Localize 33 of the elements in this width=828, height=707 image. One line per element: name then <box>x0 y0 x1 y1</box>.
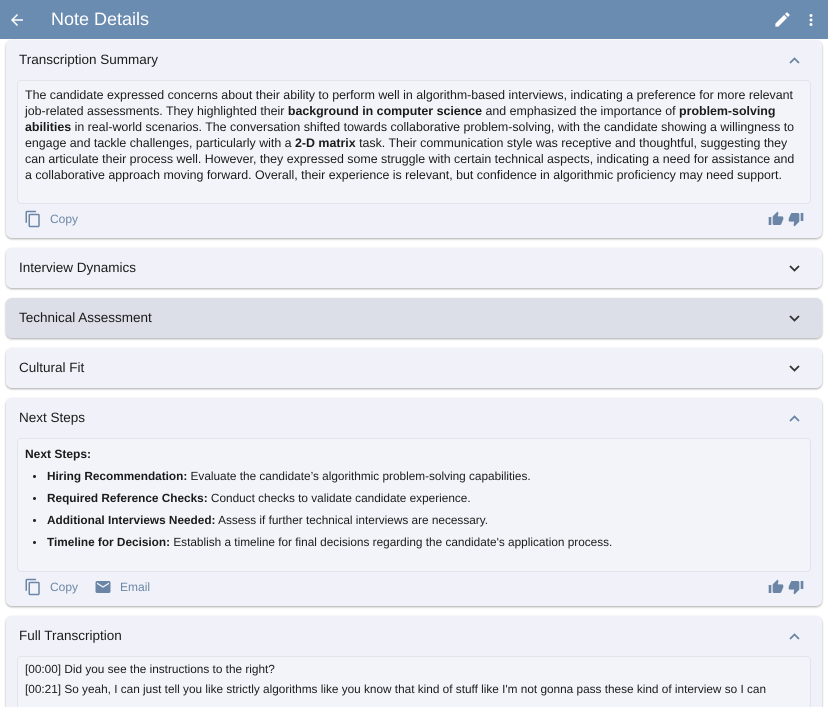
bullet-icon <box>33 541 36 544</box>
list-heading: Next Steps: <box>25 446 92 463</box>
list-item-text: Required Reference Checks: Conduct checks to validate candidate experience. <box>47 490 471 507</box>
chevron-down-icon <box>789 264 800 272</box>
bullet-icon <box>33 475 36 478</box>
chevron-down-icon <box>789 314 800 322</box>
page-title: Note Details <box>51 8 150 31</box>
thumbs-down-icon[interactable] <box>788 579 804 595</box>
section-header[interactable]: Technical Assessment <box>6 298 822 338</box>
transcript-line: [00:00] Did you see the instructions to the right? <box>25 661 276 678</box>
mail-icon <box>94 578 112 596</box>
section-header[interactable]: Full Transcription <box>6 616 822 656</box>
list-item-text: Hiring Recommendation: Evaluate the candidate’s algorithmic problem-solving capabilities. <box>47 468 531 485</box>
edit-icon[interactable] <box>773 10 792 29</box>
thumbs-up-icon[interactable] <box>768 211 784 227</box>
chevron-down-icon <box>789 364 800 372</box>
list-item-text: Timeline for Decision: Establish a timeline for final decisions regarding the candidate's application process. <box>47 534 612 551</box>
list-item-text: Additional Interviews Needed: Assess if further technical interviews are necessary. <box>47 512 488 529</box>
bullet-icon <box>33 497 36 500</box>
summary-text: The candidate expressed concerns about their ability to perform well in algorithm-based interviews, indicating a preference for more relevant job-related assessments. They highlighted their background in computer science and emphasized the importance of problem-solving abilities in real-world scenarios. The conversation shifted towards collaborative problem-solving, with the candidate showing a willingness to engage and tackle challenges, particularly with a 2-D matrix task. Their communication style was receptive and thoughtful, suggesting they can articulate their process well. However, they expressed some struggle with certain technical aspects, indicating a need for assistance and a collaborative approach moving forward. Overall, their experience is relevant, but confidence in algorithmic proficiency may need support. <box>25 87 796 183</box>
section-header[interactable]: Cultural Fit <box>6 348 822 388</box>
chevron-up-icon <box>789 414 800 422</box>
section-header[interactable]: Transcription Summary <box>6 40 822 80</box>
chevron-up-icon <box>789 56 800 64</box>
copy-icon <box>24 210 42 228</box>
section-header[interactable]: Interview Dynamics <box>6 248 822 288</box>
transcript-line: [00:21] So yeah, I can just tell you like strictly algorithms like you know that kind of stuff like I'm not gonna pass these kind of interview so I can <box>25 681 768 698</box>
copy-icon <box>24 578 42 596</box>
section-header[interactable]: Next Steps <box>6 398 822 438</box>
thumbs-up-icon[interactable] <box>768 579 784 595</box>
chevron-up-icon <box>789 632 800 640</box>
thumbs-down-icon[interactable] <box>788 211 804 227</box>
bullet-icon <box>33 519 36 522</box>
